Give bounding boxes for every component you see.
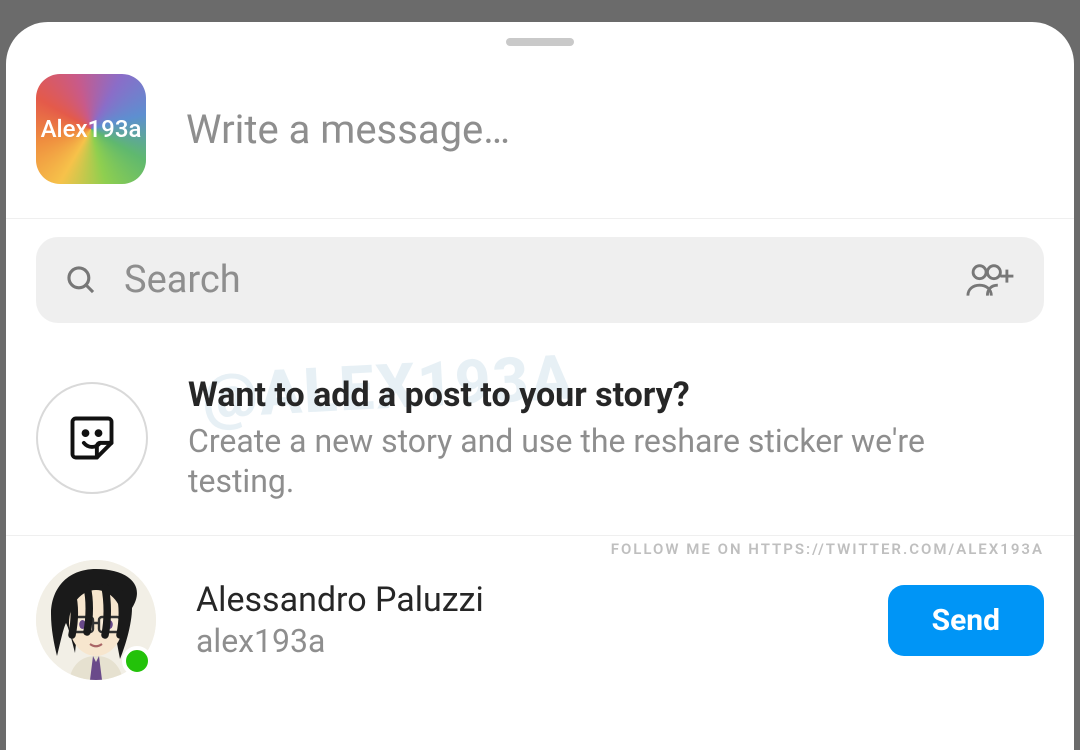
contact-row: FOLLOW ME ON HTTPS://TWITTER.COM/ALEX193… [6, 536, 1074, 680]
message-input[interactable] [186, 106, 1044, 153]
share-sheet: Alex193a @ALEX193A [6, 22, 1074, 750]
compose-avatar[interactable]: Alex193a [36, 74, 146, 184]
contact-handle: alex193a [196, 622, 888, 660]
search-icon [64, 263, 98, 297]
sticker-icon [66, 412, 118, 464]
story-prompt-title: Want to add a post to your story? [188, 375, 948, 415]
presence-indicator [122, 646, 152, 676]
story-prompt-row[interactable]: @ALEX193A Want to add a post to your sto… [6, 333, 1074, 536]
send-button[interactable]: Send [888, 585, 1044, 656]
drag-handle[interactable] [506, 38, 574, 46]
contact-avatar-wrap[interactable] [36, 560, 156, 680]
story-prompt-text: Want to add a post to your story? Create… [188, 375, 948, 501]
compose-avatar-label: Alex193a [41, 115, 142, 143]
drag-handle-area[interactable] [6, 22, 1074, 46]
add-people-icon[interactable] [964, 260, 1016, 300]
story-prompt-subtitle: Create a new story and use the reshare s… [188, 421, 948, 501]
compose-row: Alex193a [6, 46, 1074, 219]
contact-text: Alessandro Paluzzi alex193a [196, 580, 888, 660]
search-section [6, 219, 1074, 333]
contact-name: Alessandro Paluzzi [196, 580, 888, 620]
search-bar[interactable] [36, 237, 1044, 323]
search-input[interactable] [124, 258, 964, 302]
sticker-circle [36, 382, 148, 494]
follow-banner: FOLLOW ME ON HTTPS://TWITTER.COM/ALEX193… [611, 540, 1044, 558]
